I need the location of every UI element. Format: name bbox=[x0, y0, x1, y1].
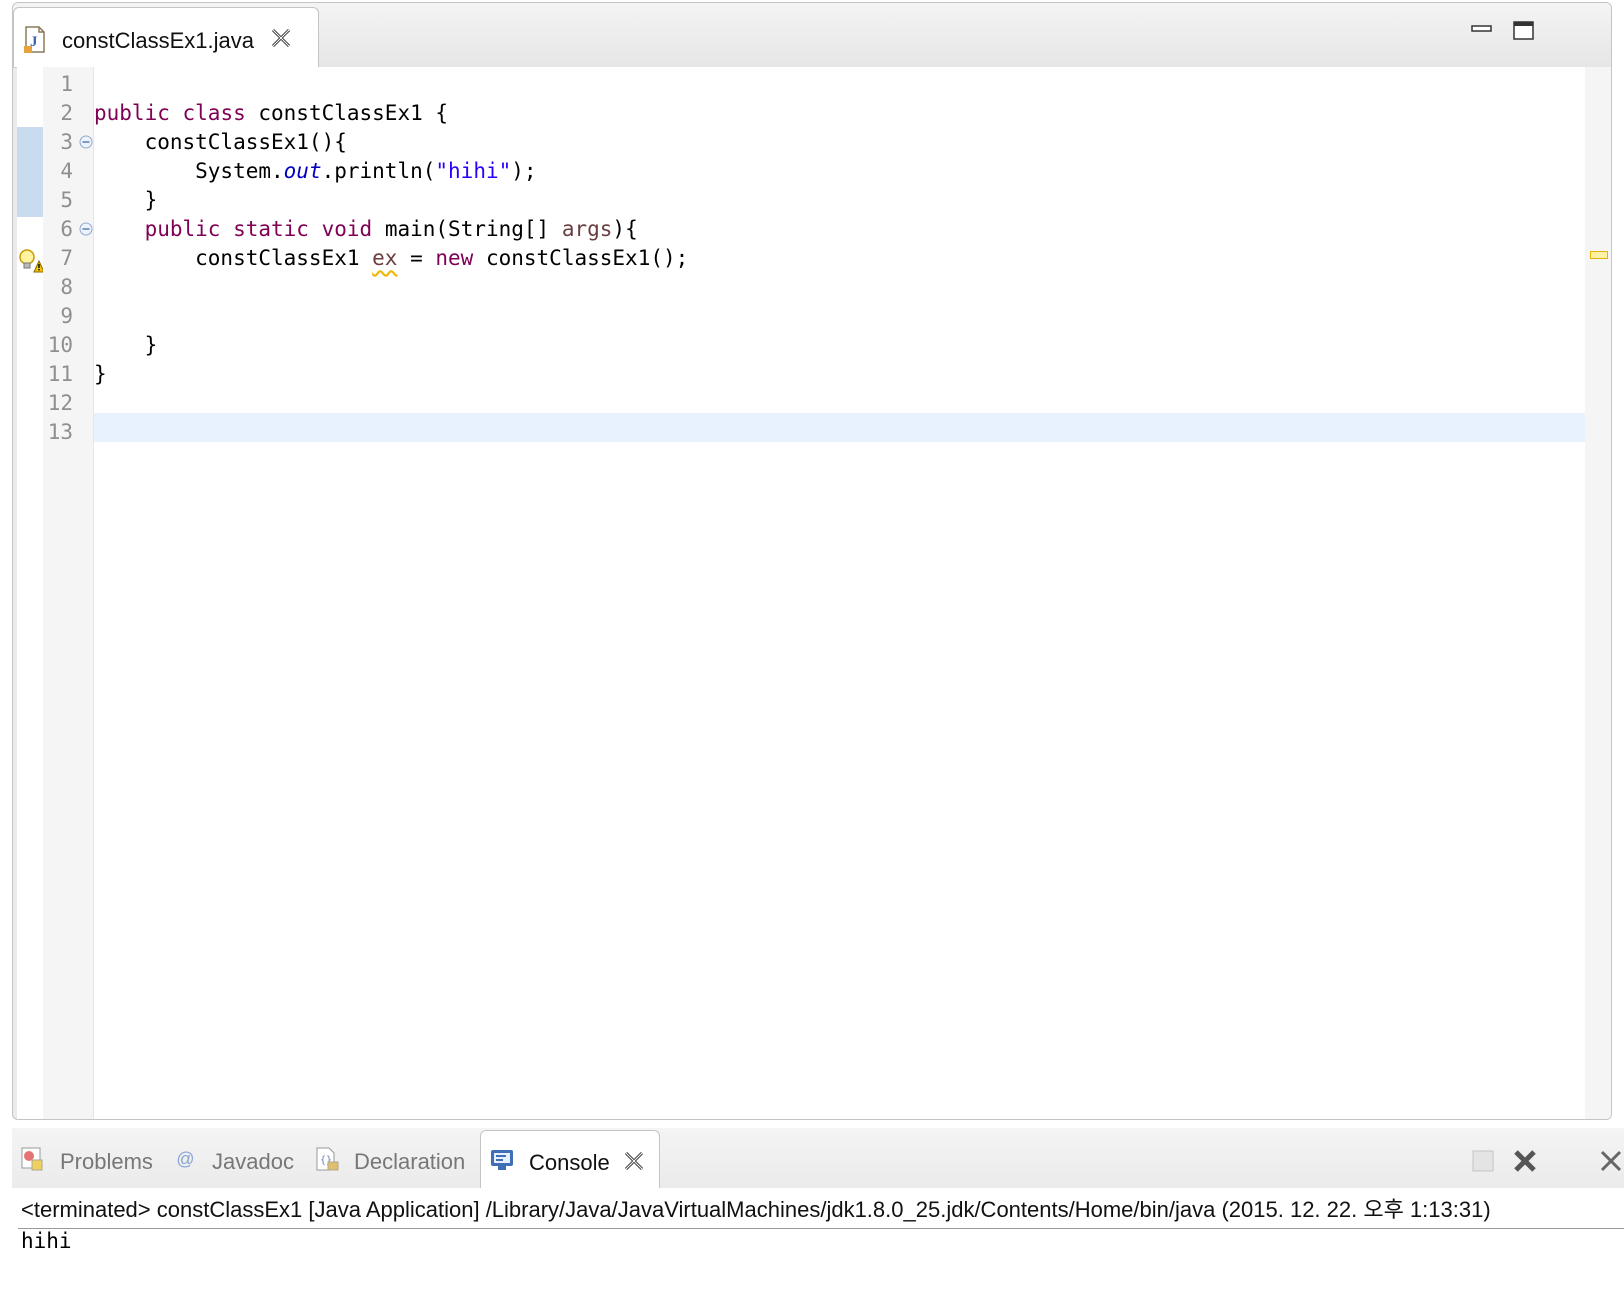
code-token: ){ bbox=[612, 217, 638, 241]
tab-label: Javadoc bbox=[212, 1149, 294, 1174]
tab-label: Problems bbox=[60, 1149, 153, 1174]
code-token-param: args bbox=[561, 217, 613, 241]
console-icon bbox=[491, 1150, 513, 1170]
code-token: System. bbox=[94, 159, 284, 183]
tab-console[interactable]: Console bbox=[480, 1130, 660, 1188]
javadoc-icon: @ bbox=[176, 1149, 194, 1169]
problems-icon bbox=[21, 1147, 43, 1171]
code-token-kw: void bbox=[321, 217, 373, 241]
line-number: 4 bbox=[60, 159, 73, 183]
tab-problems[interactable]: Problems bbox=[12, 1130, 162, 1188]
line-number: 9 bbox=[60, 304, 73, 328]
terminate-icon[interactable] bbox=[1470, 1148, 1496, 1174]
overview-ruler bbox=[1585, 67, 1611, 1119]
code-token-kw: class bbox=[182, 101, 246, 125]
line-number: 8 bbox=[60, 275, 73, 299]
code-line[interactable]: constClassEx1 ex = new constClassEx1(); bbox=[94, 243, 688, 273]
declaration-icon: {} bbox=[316, 1147, 339, 1171]
view-tab-bar: Problems @ Javadoc {} Declaration Consol… bbox=[12, 1128, 1624, 1189]
code-line[interactable]: } bbox=[94, 185, 158, 215]
current-line-highlight bbox=[94, 413, 1585, 442]
code-token-warn-var: ex bbox=[372, 246, 398, 270]
code-token-str: "hihi" bbox=[435, 159, 512, 183]
line-number: 6 bbox=[60, 217, 73, 241]
console-content[interactable]: <terminated> constClassEx1 [Java Applica… bbox=[12, 1188, 1624, 1290]
code-line[interactable]: public class constClassEx1 { bbox=[94, 98, 448, 128]
line-number: 5 bbox=[60, 188, 73, 212]
tab-declaration[interactable]: {} Declaration bbox=[306, 1130, 476, 1188]
line-number: 11 bbox=[47, 362, 73, 386]
code-area[interactable]: public class constClassEx1 { constClassE… bbox=[94, 67, 1585, 1119]
editor-tab-bar: J constClassEx1.java bbox=[13, 3, 1611, 68]
collapse-fold-icon[interactable] bbox=[79, 222, 93, 236]
console-output: hihi bbox=[21, 1229, 72, 1253]
code-line[interactable]: constClassEx1(){ bbox=[94, 127, 347, 157]
java-file-icon: J bbox=[24, 26, 45, 53]
minimize-icon[interactable] bbox=[1469, 17, 1495, 43]
code-token-kw: public bbox=[94, 101, 170, 125]
code-token: constClassEx1(); bbox=[473, 246, 689, 270]
code-token: } bbox=[94, 333, 158, 357]
code-line[interactable]: } bbox=[94, 359, 107, 389]
code-token-kw: new bbox=[435, 246, 474, 270]
divider bbox=[18, 1228, 1624, 1229]
code-line[interactable]: } bbox=[94, 330, 158, 360]
code-token: = bbox=[397, 246, 436, 270]
code-editor[interactable]: 1 2 3 4 5 6 7 8 9 10 11 12 13 public class constClas… bbox=[17, 67, 1611, 1119]
code-line[interactable]: System.out.println("hihi"); bbox=[94, 156, 537, 186]
code-token: ); bbox=[511, 159, 537, 183]
overview-warning-marker[interactable] bbox=[1590, 251, 1608, 259]
line-number: 7 bbox=[60, 246, 73, 270]
svg-text:@: @ bbox=[176, 1149, 194, 1169]
warning-lightbulb-icon[interactable] bbox=[18, 248, 44, 274]
close-icon[interactable] bbox=[623, 1150, 645, 1172]
remove-launch-icon[interactable] bbox=[1512, 1148, 1538, 1174]
editor-tab[interactable]: J constClassEx1.java bbox=[13, 7, 319, 67]
tab-label: Declaration bbox=[354, 1149, 466, 1174]
code-token: constClassEx1 { bbox=[245, 101, 449, 125]
line-number: 3 bbox=[60, 130, 73, 154]
code-token: } bbox=[94, 188, 158, 212]
code-token: .println( bbox=[321, 159, 436, 183]
change-indicator bbox=[17, 127, 43, 217]
code-token: main(String[] bbox=[372, 217, 562, 241]
console-panel: Problems @ Javadoc {} Declaration Consol… bbox=[12, 1128, 1624, 1290]
maximize-icon[interactable] bbox=[1511, 17, 1537, 43]
code-token: constClassEx1 bbox=[94, 246, 373, 270]
tab-label: Console bbox=[529, 1150, 610, 1175]
editor-tab-label: constClassEx1.java bbox=[62, 28, 254, 53]
line-number: 2 bbox=[60, 101, 73, 125]
line-number: 10 bbox=[47, 333, 73, 357]
collapse-fold-icon[interactable] bbox=[79, 135, 93, 149]
line-number: 12 bbox=[47, 391, 73, 415]
remove-all-terminated-icon[interactable] bbox=[1598, 1148, 1624, 1174]
code-line[interactable]: public static void main(String[] args){ bbox=[94, 214, 638, 244]
code-token-static-field: out bbox=[283, 159, 322, 183]
code-token-kw: static bbox=[233, 217, 309, 241]
line-number-gutter: 1 2 3 4 5 6 7 8 9 10 11 12 13 bbox=[43, 67, 94, 1119]
tab-javadoc[interactable]: @ Javadoc bbox=[164, 1130, 304, 1188]
close-icon[interactable] bbox=[270, 27, 292, 49]
editor-part: J constClassEx1.java 1 2 3 4 5 6 7 8 9 1… bbox=[12, 2, 1612, 1120]
line-number: 1 bbox=[60, 72, 73, 96]
console-process-status: <terminated> constClassEx1 [Java Applica… bbox=[21, 1197, 1491, 1222]
code-token-kw: public bbox=[144, 217, 221, 241]
line-number: 13 bbox=[47, 420, 73, 444]
code-token: constClassEx1(){ bbox=[94, 130, 347, 154]
annotation-ruler bbox=[17, 67, 44, 1119]
code-token: } bbox=[94, 362, 107, 386]
